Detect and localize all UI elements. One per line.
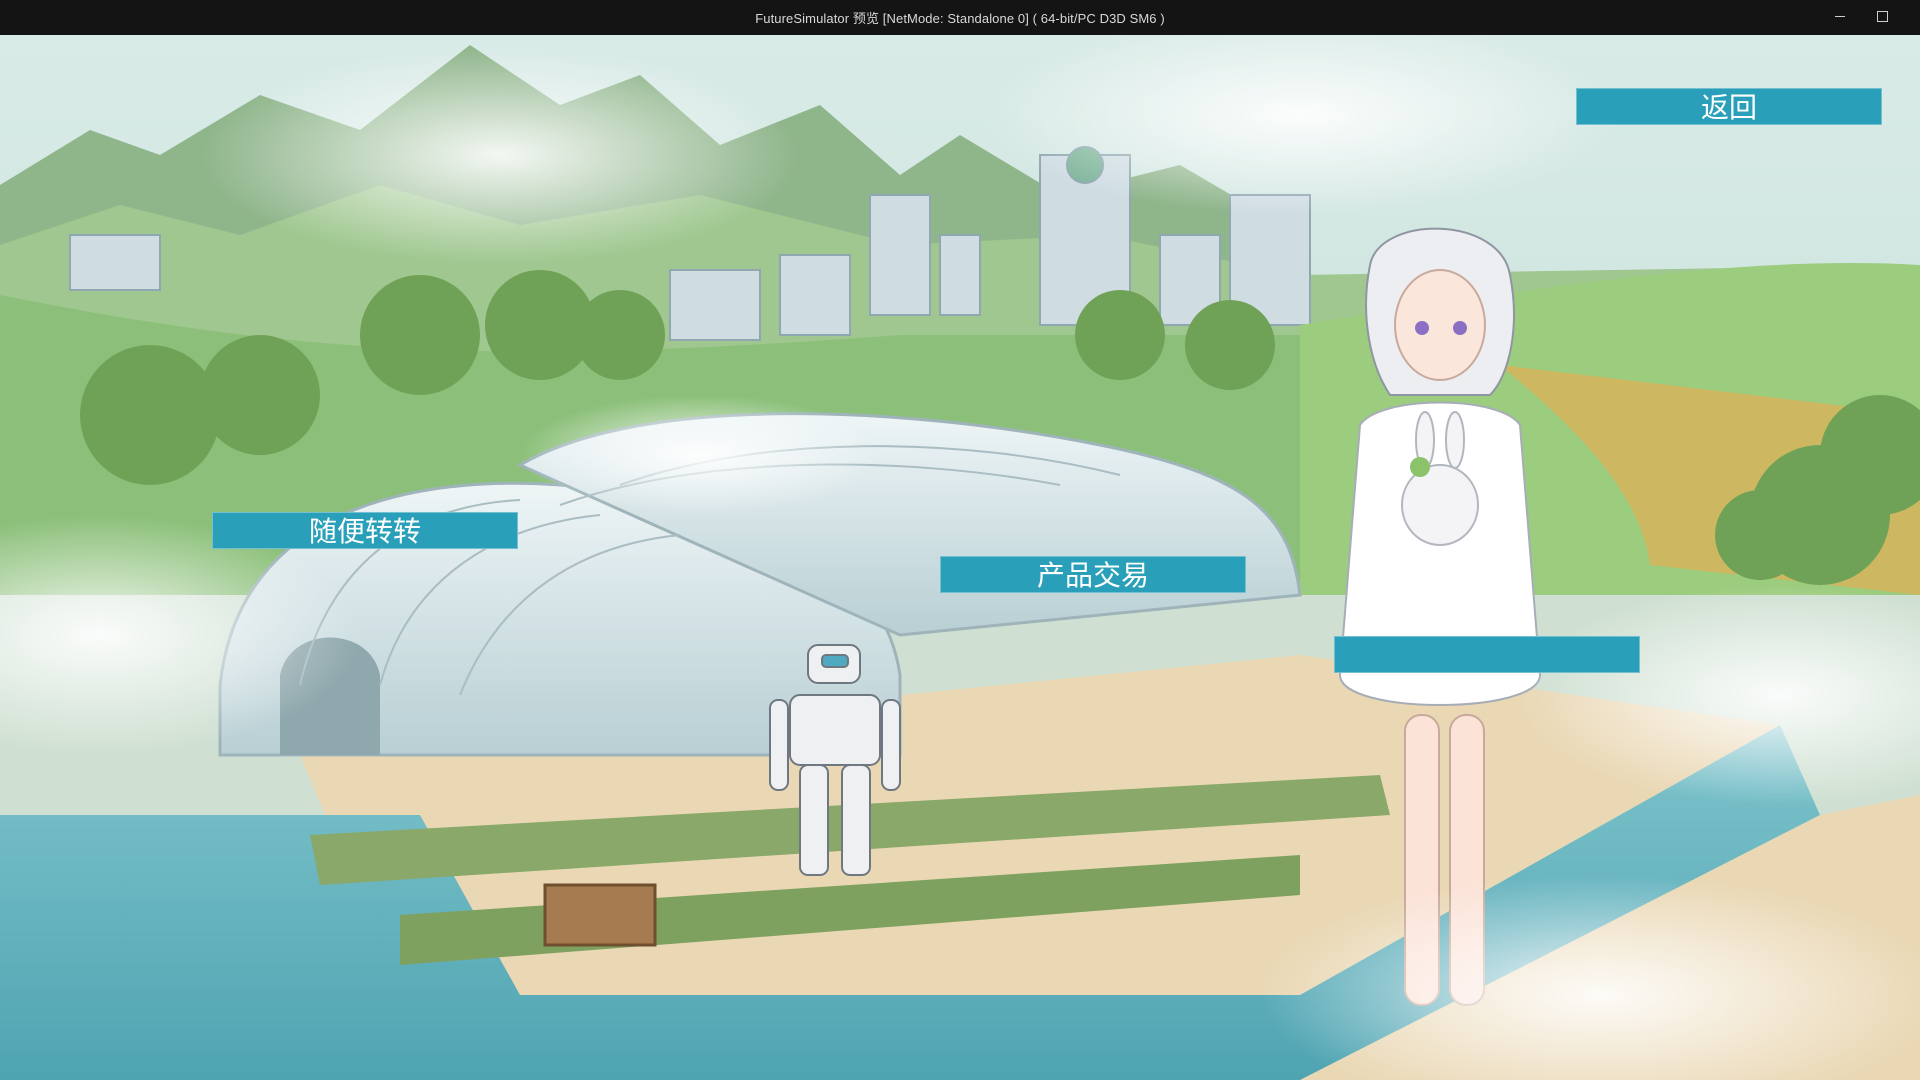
window-title: FutureSimulator 预览 [NetMode: Standalone …	[755, 11, 1165, 26]
partially-hidden-button[interactable]	[1334, 636, 1640, 673]
game-scene: 返回 随便转转 产品交易	[0, 35, 1920, 1080]
minimize-icon	[1835, 15, 1845, 17]
minimize-button[interactable]	[1817, 0, 1863, 32]
back-button[interactable]: 返回	[1576, 88, 1882, 125]
wander-around-button[interactable]: 随便转转	[212, 512, 518, 549]
maximize-button[interactable]	[1859, 0, 1905, 32]
maximize-icon	[1876, 10, 1888, 22]
window-title-bar[interactable]: FutureSimulator 预览 [NetMode: Standalone …	[0, 0, 1920, 35]
product-trade-button[interactable]: 产品交易	[940, 556, 1246, 593]
